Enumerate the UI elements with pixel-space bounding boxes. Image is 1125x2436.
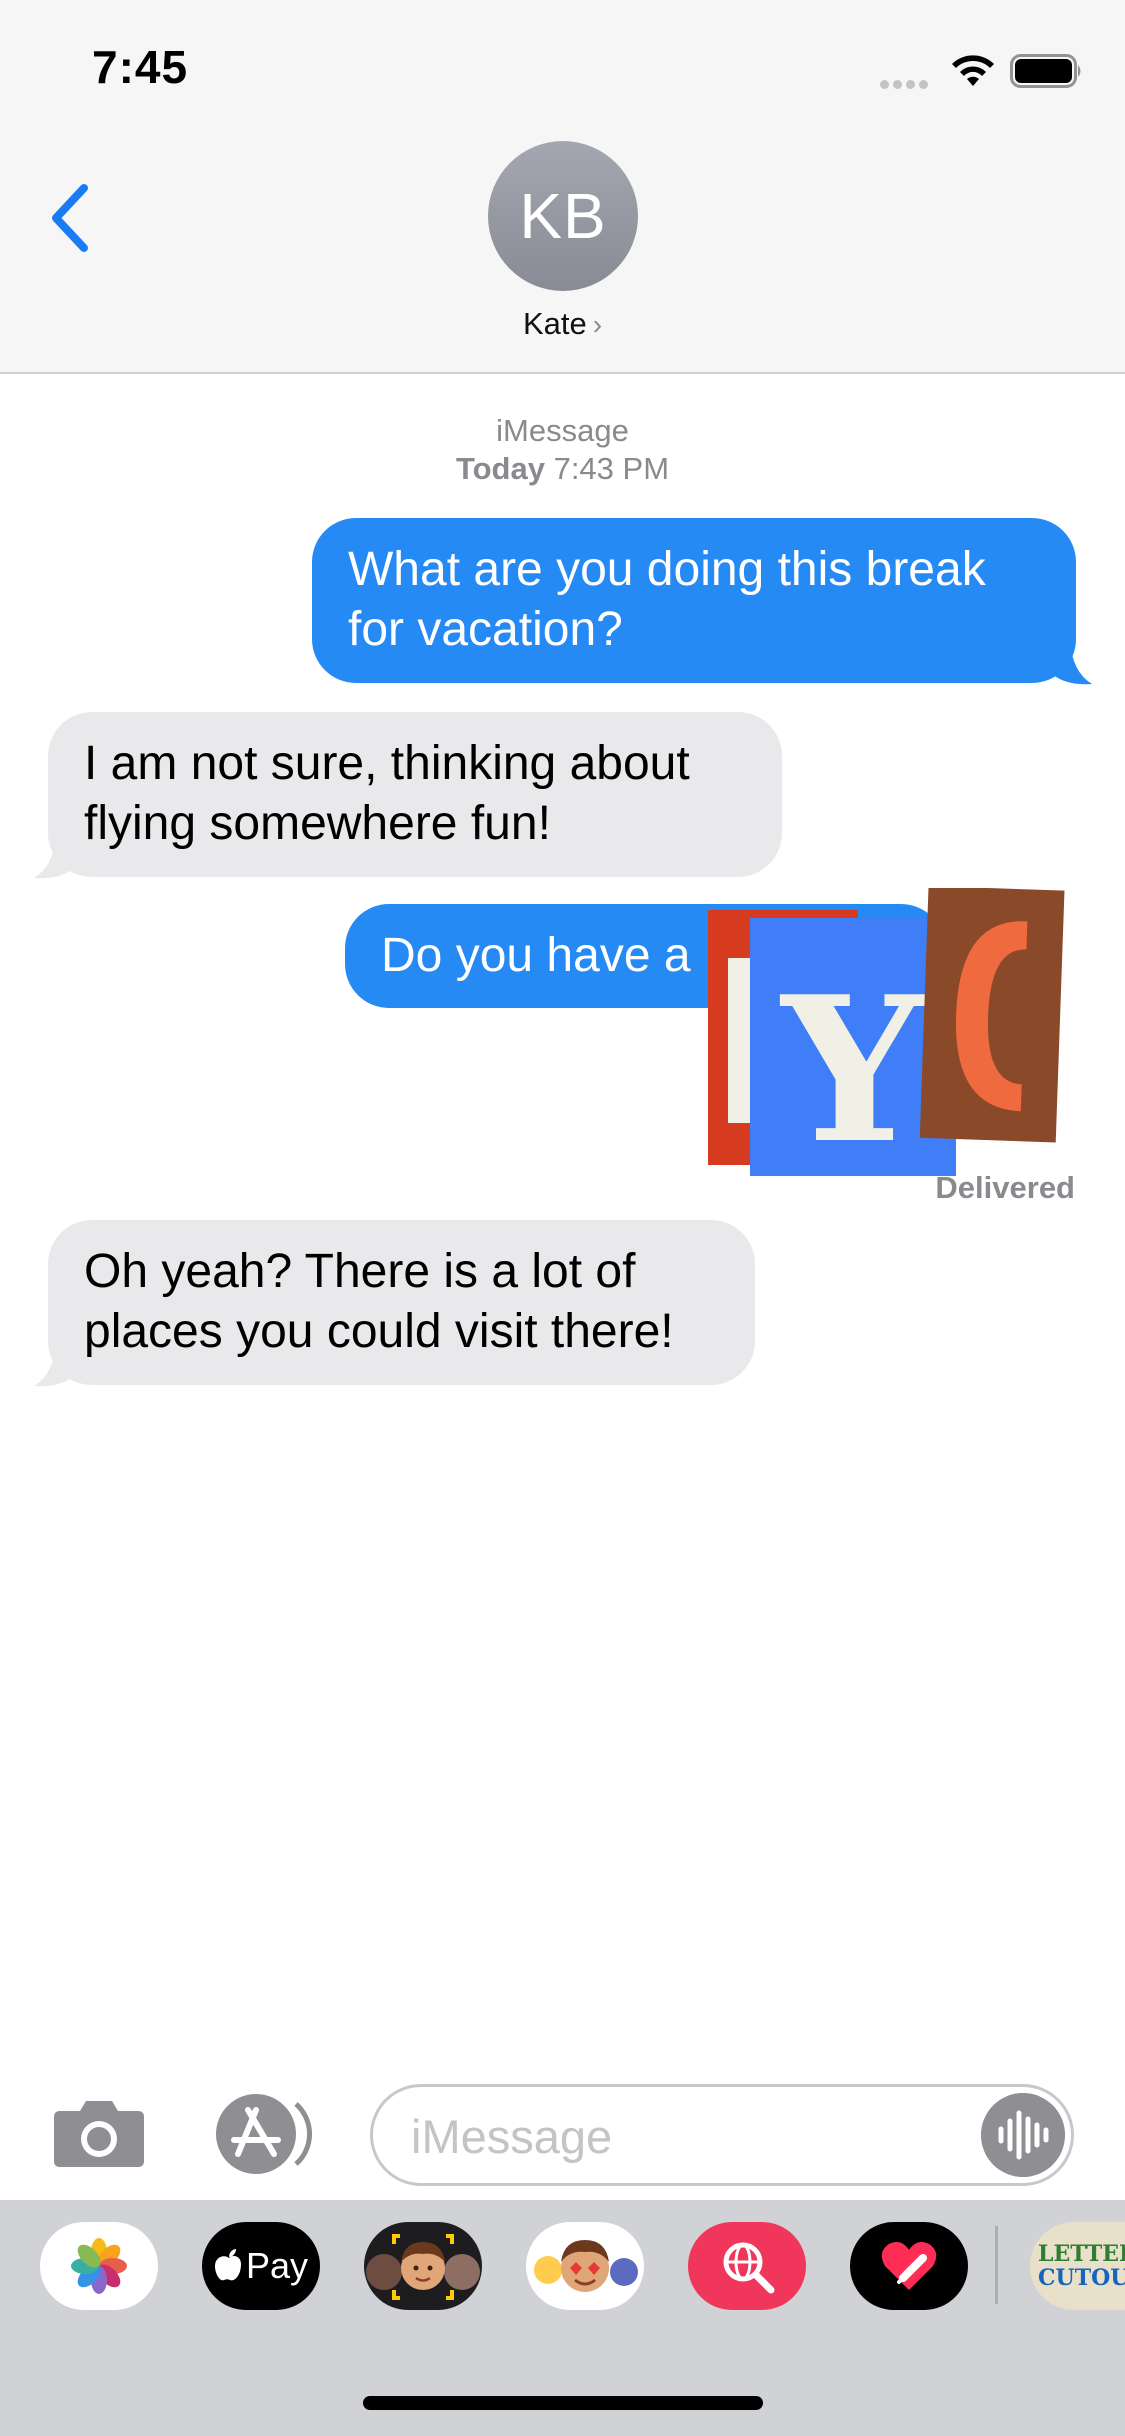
animoji-icon xyxy=(534,2240,638,2292)
chevron-right-icon: › xyxy=(592,309,603,340)
outgoing-message-bubble[interactable]: What are you doing this break for vacati… xyxy=(312,518,1076,683)
letter-cutouts-icon: LETTER CUTOUT xyxy=(1030,2242,1125,2290)
digital-touch-app-button[interactable] xyxy=(850,2222,968,2310)
message-line: places you could visit there! xyxy=(84,1305,674,1358)
cellular-signal-icon xyxy=(880,76,932,94)
contact-name: Kate xyxy=(522,306,587,341)
audio-message-button[interactable] xyxy=(981,2093,1065,2177)
app-drawer-divider xyxy=(995,2226,998,2304)
back-button[interactable] xyxy=(44,178,94,258)
incoming-message-bubble[interactable]: Oh yeah? There is a lot of places you co… xyxy=(48,1220,755,1385)
apple-pay-label: Pay xyxy=(245,2245,309,2286)
letter-cutouts-app-button[interactable]: LETTER CUTOUT xyxy=(1030,2222,1125,2310)
contact-name-button[interactable]: Kate › xyxy=(0,306,1125,342)
letter-cutout-sticker[interactable]: Y xyxy=(706,888,1070,1176)
battery-icon xyxy=(1010,54,1081,88)
timestamp-time: 7:43 PM xyxy=(553,451,670,486)
cutout-label-line: LETTER xyxy=(1038,2241,1125,2267)
incoming-message-bubble[interactable]: I am not sure, thinking about flying som… xyxy=(48,712,782,877)
thread-service-label: iMessage xyxy=(0,412,1125,450)
app-store-button[interactable] xyxy=(208,2094,318,2174)
animoji-app-button[interactable] xyxy=(526,2222,644,2310)
message-input-placeholder: iMessage xyxy=(411,2110,613,2163)
sticker-letter-y: Y xyxy=(780,953,927,1176)
apple-pay-button[interactable]: Pay xyxy=(202,2222,320,2310)
memoji-icon xyxy=(366,2234,480,2300)
memoji-app-button[interactable] xyxy=(364,2222,482,2310)
message-input[interactable]: iMessage xyxy=(370,2084,1074,2186)
message-line: Oh yeah? There is a lot of xyxy=(84,1245,636,1298)
timestamp-day: Today xyxy=(455,451,545,486)
image-search-app-button[interactable] xyxy=(688,2222,806,2310)
bubble-tail xyxy=(1050,640,1092,685)
digital-touch-icon xyxy=(881,2242,937,2290)
message-line: flying somewhere fun! xyxy=(84,797,551,850)
message-line: I am not sure, thinking about xyxy=(84,737,690,790)
bubble-tail xyxy=(34,834,76,879)
camera-button[interactable] xyxy=(52,2097,146,2169)
photos-app-button[interactable] xyxy=(40,2222,158,2310)
wifi-icon xyxy=(952,55,994,86)
bubble-tail xyxy=(34,1342,76,1387)
navigation-header: 7:45 KB Kate › xyxy=(0,0,1125,374)
status-time: 7:45 xyxy=(92,41,189,93)
contact-avatar[interactable]: KB xyxy=(488,141,638,291)
thread-timestamp: Today 7:43 PM xyxy=(0,450,1125,488)
photos-icon xyxy=(71,2238,127,2294)
image-search-icon xyxy=(723,2242,775,2294)
service-name: iMessage xyxy=(496,413,629,448)
apple-logo-icon xyxy=(214,2249,241,2281)
message-line: What are you doing this break xyxy=(348,543,986,596)
avatar-initials: KB xyxy=(519,180,607,252)
cutout-label-line: CUTOUT xyxy=(1038,2265,1125,2291)
home-indicator[interactable] xyxy=(363,2396,763,2410)
message-line: for vacation? xyxy=(348,603,623,656)
delivery-status: Delivered xyxy=(935,1170,1075,1205)
